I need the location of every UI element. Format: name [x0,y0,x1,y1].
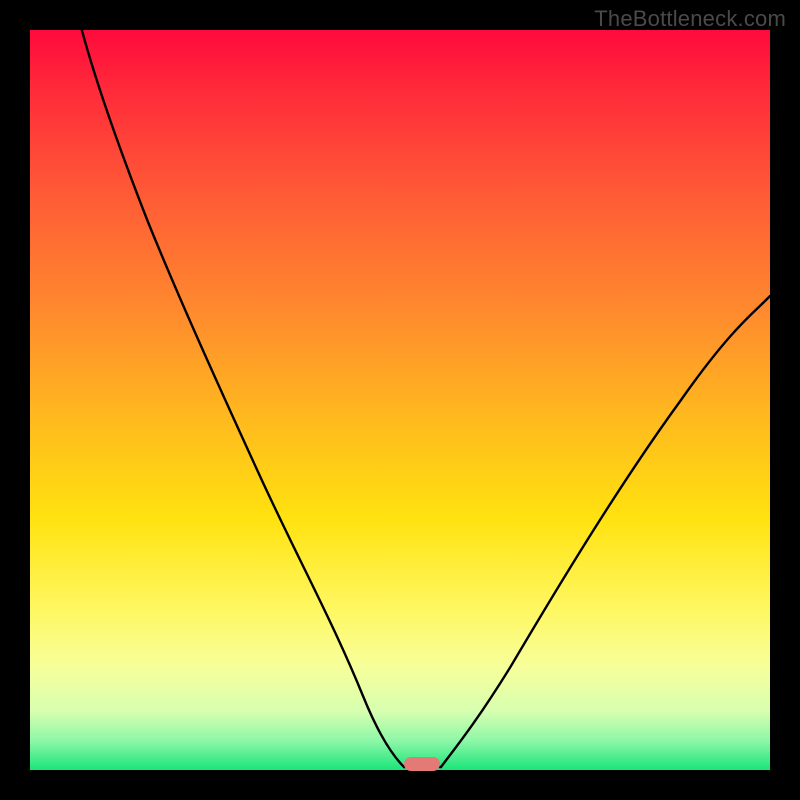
chart-frame: TheBottleneck.com [0,0,800,800]
bottleneck-curve [30,30,770,770]
attribution-label: TheBottleneck.com [594,6,786,32]
curve-left [82,30,404,767]
plot-area [30,30,770,770]
optimum-marker [404,757,440,771]
curve-right [441,296,770,767]
